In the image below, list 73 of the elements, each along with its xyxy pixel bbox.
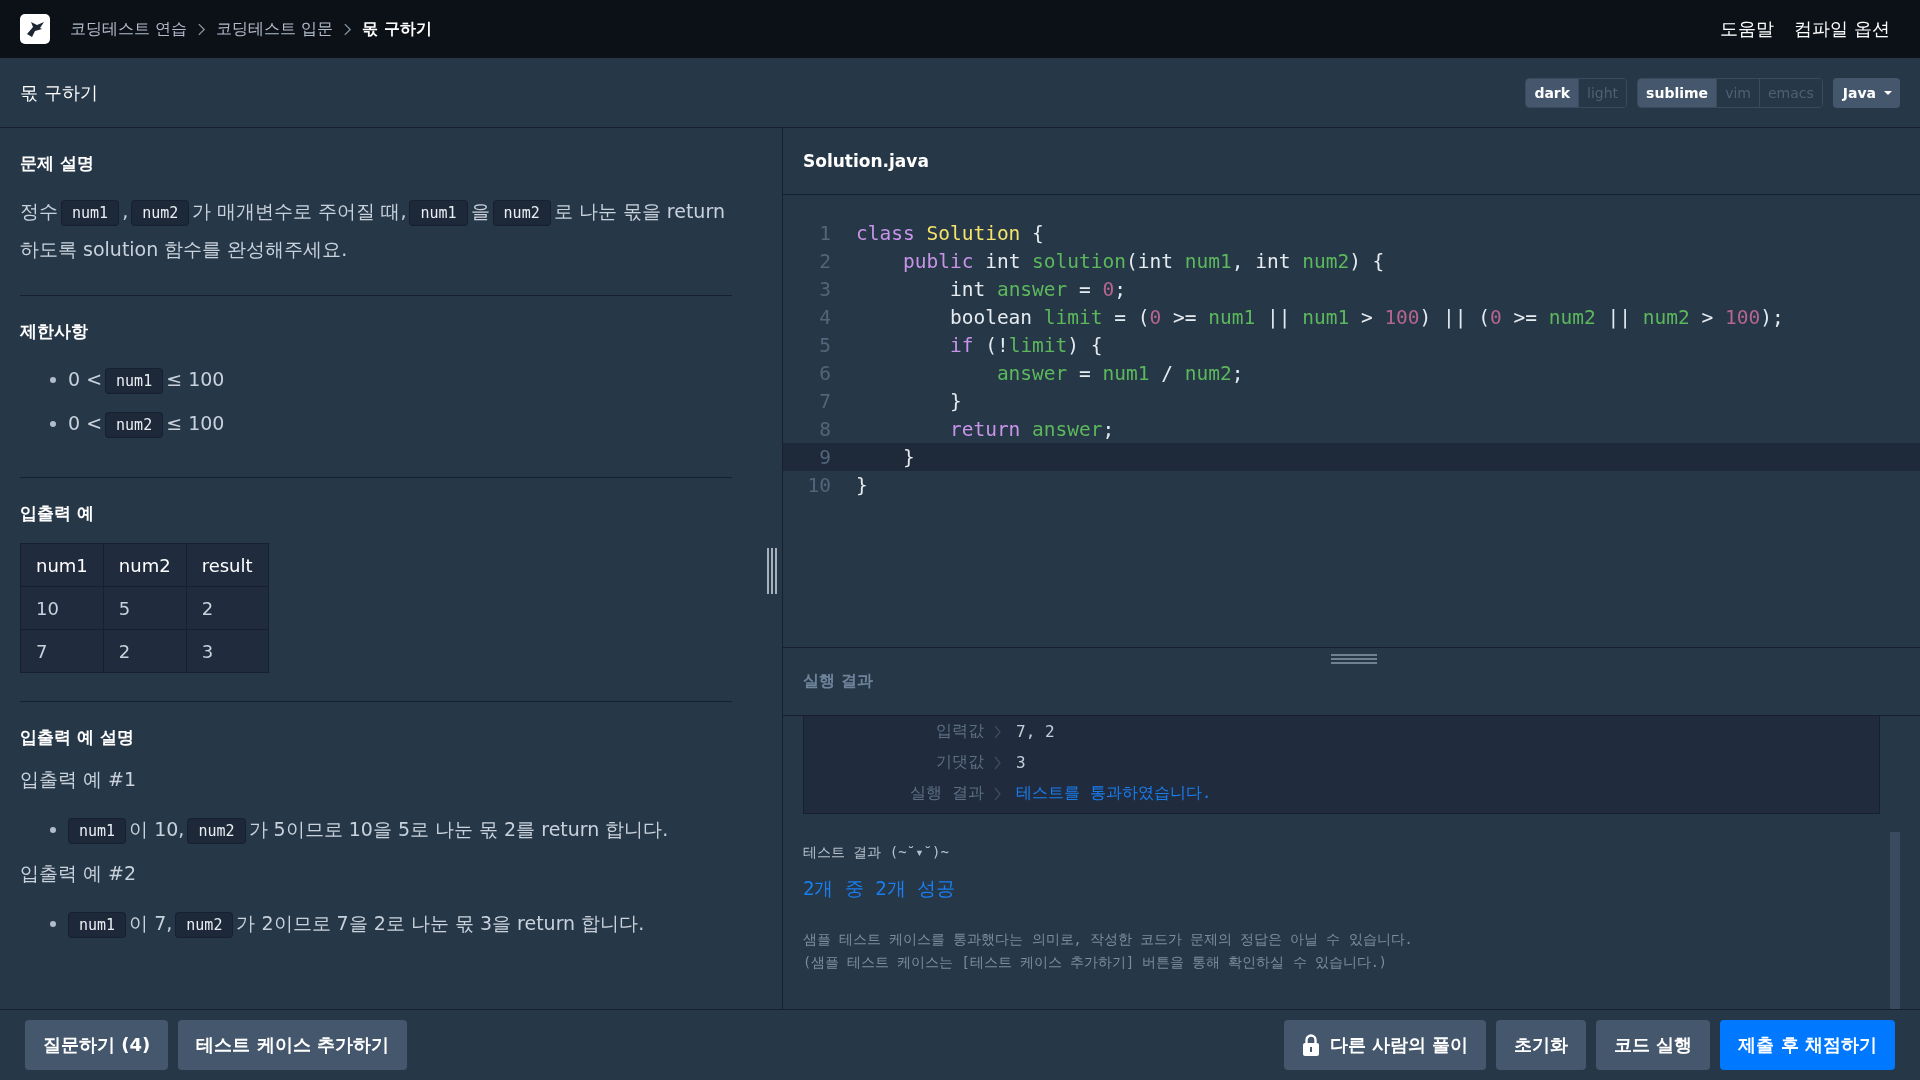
bullet-text: 0 < num2 ≤ 100 bbox=[68, 405, 228, 443]
action-button[interactable]: 질문하기 (4) bbox=[25, 1019, 169, 1070]
case-label: 실행 결과 bbox=[909, 783, 984, 804]
scrollbar[interactable] bbox=[1890, 832, 1900, 1009]
toggle-option[interactable]: sublime bbox=[1638, 78, 1717, 107]
code-line: if (!limit) { bbox=[948, 333, 1103, 357]
note-text: 샘플 테스트 케이스를 통과했다는 의미로, 작성한 코드가 문제의 정답은 아닐 수 있습니다. bbox=[803, 930, 1414, 949]
code-line: } bbox=[901, 445, 915, 469]
action-button[interactable]: 테스트 케이스 추가하기 bbox=[178, 1019, 407, 1070]
table-cell: 3 bbox=[186, 629, 269, 673]
lock-icon bbox=[1301, 1033, 1320, 1056]
breadcrumb-link[interactable]: 몫 구하기 bbox=[362, 18, 432, 40]
submit-button[interactable]: 제출 후 채점하기 bbox=[1720, 1019, 1895, 1070]
case-label: 기댓값 bbox=[935, 752, 984, 773]
line-number: 9 bbox=[818, 445, 831, 469]
section-heading: 입출력 예 bbox=[20, 502, 95, 525]
bullet-text: num1 이 10, num2 가 5이므로 10을 5로 나눈 몫 2를 return 합니다. bbox=[68, 811, 672, 849]
bullet-icon bbox=[50, 827, 56, 833]
summary-text: 2개 중 2개 성공 bbox=[803, 876, 957, 901]
breadcrumb-link[interactable]: 코딩테스트 연습 bbox=[70, 18, 188, 40]
case-value: 3 bbox=[1016, 753, 1026, 772]
case-value: 테스트를 통과하였습니다. bbox=[1016, 783, 1212, 804]
note-text: (샘플 테스트 케이스는 [테스트 케이스 추가하기] 버튼을 통해 확인하실 수 있습니다.) bbox=[803, 953, 1388, 972]
section-heading: 입출력 예 설명 bbox=[20, 726, 135, 749]
table-cell: 7 bbox=[20, 629, 104, 673]
chevron-right-icon bbox=[994, 755, 1002, 770]
action-button[interactable]: 다른 사람의 풀이 bbox=[1283, 1019, 1487, 1070]
nav-link[interactable]: 도움말 bbox=[1720, 17, 1775, 41]
table-cell: 2 bbox=[103, 629, 187, 673]
chevron-right-icon bbox=[994, 786, 1002, 801]
description-text: 정수 num1 , num2 가 매개변수로 주어질 때, num1 을 num2 로 나눈 몫을 return 하도록 solution 함수를 완성해주세요. bbox=[20, 199, 726, 262]
action-button[interactable]: 코드 실행 bbox=[1596, 1019, 1711, 1070]
problem-title: 몫 구하기 bbox=[20, 80, 98, 105]
bullet-text: num1 이 7, num2 가 2이므로 7을 2로 나눈 몫 3을 return 합니다. bbox=[68, 905, 648, 943]
column-header: num2 bbox=[103, 543, 187, 587]
bird-logo-icon[interactable] bbox=[20, 14, 50, 44]
column-header: num1 bbox=[20, 543, 104, 587]
bullet-icon bbox=[50, 421, 56, 427]
code-line: class Solution { bbox=[855, 221, 1044, 245]
code-line: boolean limit = (0 >= num1 || num1 > 100) || (0 >= num2 || num2 > 100); bbox=[948, 305, 1784, 329]
table-cell: 10 bbox=[20, 586, 104, 630]
breadcrumb-link[interactable]: 코딩테스트 입문 bbox=[216, 18, 334, 40]
language-dropdown[interactable]: Java bbox=[1832, 77, 1900, 108]
bullet-icon bbox=[50, 921, 56, 927]
chevron-right-icon bbox=[343, 22, 353, 36]
example-title: 입출력 예 #1 bbox=[20, 767, 138, 792]
table-cell: 2 bbox=[186, 586, 269, 630]
caret-icon bbox=[1884, 90, 1892, 95]
case-label: 입력값 bbox=[935, 721, 984, 742]
table-cell: 5 bbox=[103, 586, 187, 630]
column-header: result bbox=[186, 543, 269, 587]
resize-handle-icon[interactable] bbox=[1331, 654, 1377, 664]
code-line: } bbox=[948, 389, 962, 413]
code-line: answer = num1 / num2; bbox=[995, 361, 1244, 385]
chevron-right-icon bbox=[994, 724, 1002, 739]
case-value: 7, 2 bbox=[1016, 722, 1055, 741]
code-line: return answer; bbox=[948, 417, 1115, 441]
bullet-icon bbox=[50, 377, 56, 383]
section-heading: 제한사항 bbox=[20, 320, 89, 343]
nav-link[interactable]: 컴파일 옵션 bbox=[1794, 17, 1890, 41]
summary-title: 테스트 결과 (~˘▾˘)~ bbox=[803, 844, 950, 862]
results-heading: 실행 결과 bbox=[803, 671, 873, 692]
action-button[interactable]: 초기화 bbox=[1496, 1019, 1587, 1070]
section-heading: 문제 설명 bbox=[20, 152, 95, 175]
toggle-option[interactable]: dark bbox=[1526, 78, 1579, 107]
file-name[interactable]: Solution.java bbox=[803, 151, 929, 171]
example-title: 입출력 예 #2 bbox=[20, 861, 138, 886]
code-line: int answer = 0; bbox=[948, 277, 1127, 301]
resize-handle-icon[interactable] bbox=[766, 548, 778, 594]
code-line: public int solution(int num1, int num2) { bbox=[901, 249, 1385, 273]
code-line: } bbox=[855, 473, 868, 497]
chevron-right-icon bbox=[197, 22, 207, 36]
bullet-text: 0 < num1 ≤ 100 bbox=[68, 361, 228, 399]
